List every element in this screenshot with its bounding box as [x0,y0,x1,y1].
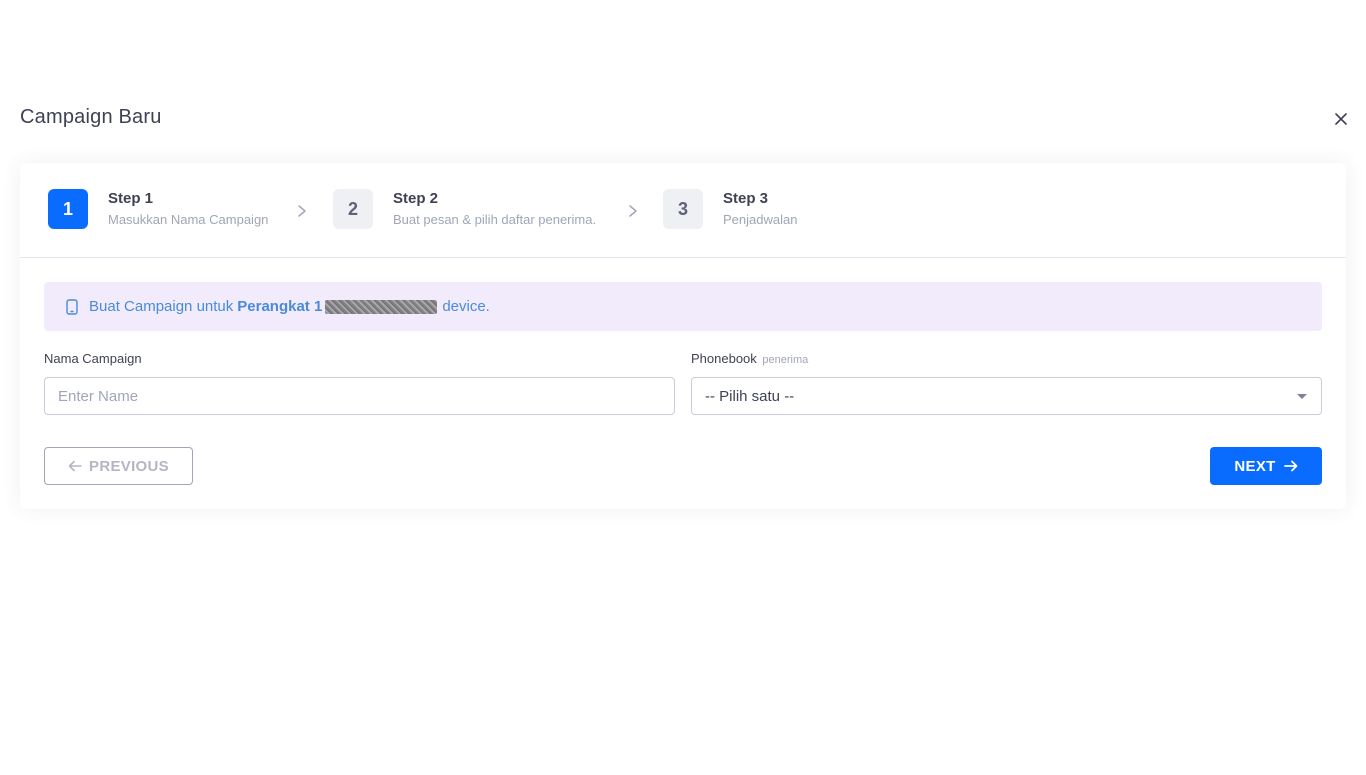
step-1-subtitle: Masukkan Nama Campaign [108,212,269,227]
step-2[interactable]: 2 Step 2 Buat pesan & pilih daftar pener… [333,189,596,229]
alert-prefix: Buat Campaign untuk [89,298,234,315]
campaign-name-label: Nama Campaign [44,351,142,366]
stepper: 1 Step 1 Masukkan Nama Campaign 2 Step 2… [20,163,1346,258]
step-2-number: 2 [333,189,373,229]
step-1-number: 1 [48,189,88,229]
next-button[interactable]: NEXT [1210,447,1322,485]
redacted-device-number [325,299,438,314]
campaign-wizard-card: 1 Step 1 Masukkan Nama Campaign 2 Step 2… [20,163,1346,509]
phonebook-select[interactable]: -- Pilih satu -- [691,377,1322,415]
chevron-right-icon [298,205,306,217]
step-3-subtitle: Penjadwalan [723,212,798,227]
phonebook-label: Phonebook penerima [691,351,808,366]
step-1[interactable]: 1 Step 1 Masukkan Nama Campaign [48,189,268,229]
step-3-number: 3 [663,189,703,229]
previous-button[interactable]: PREVIOUS [44,447,193,485]
phonebook-label-text: Phonebook [691,351,757,366]
chevron-right-icon [629,205,637,217]
alert-device-name: Perangkat 1 [237,298,323,315]
step-1-title: Step 1 [108,190,154,207]
next-button-label: NEXT [1234,457,1276,475]
close-icon [1335,113,1347,125]
phonebook-selected-value: -- Pilih satu -- [705,387,795,405]
arrow-left-icon [68,460,82,472]
step-3-title: Step 3 [723,190,769,207]
alert-suffix: device. [442,298,490,315]
close-button[interactable] [1331,109,1351,129]
modal-title: Campaign Baru [20,106,162,128]
previous-button-label: PREVIOUS [89,457,169,475]
step-2-subtitle: Buat pesan & pilih daftar penerima. [393,212,597,227]
device-alert: Buat Campaign untuk Perangkat 1 device. [44,282,1322,331]
phone-icon [66,298,78,315]
phonebook-hint: penerima [762,354,809,366]
caret-down-icon [1297,394,1307,399]
step-3[interactable]: 3 Step 3 Penjadwalan [663,189,797,229]
campaign-name-label-text: Nama Campaign [44,351,142,366]
arrow-right-icon [1283,460,1298,472]
campaign-name-input[interactable] [44,377,675,415]
step-2-title: Step 2 [393,190,439,207]
